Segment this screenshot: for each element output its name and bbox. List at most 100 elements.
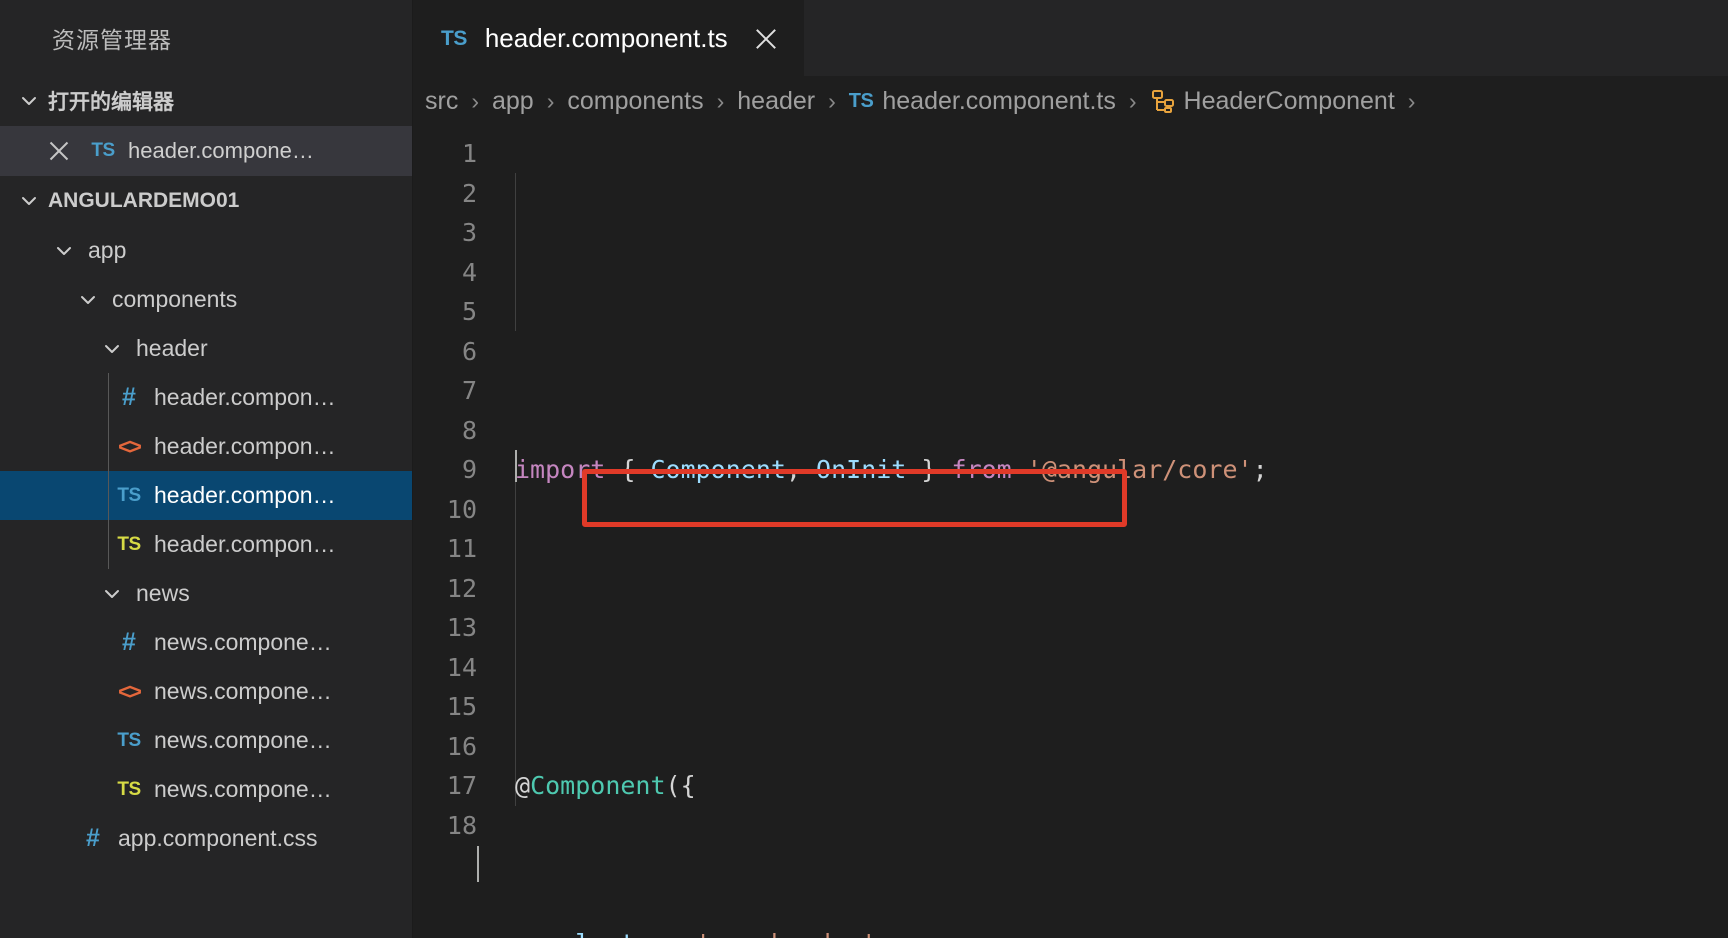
line-number: 11 bbox=[446, 534, 477, 563]
editor-group: TS header.component.ts src › app › compo… bbox=[413, 0, 1728, 938]
code-content[interactable]: import { Component, OnInit } from '@angu… bbox=[477, 126, 1728, 938]
chevron-down-icon bbox=[48, 240, 80, 262]
line-number: 8 bbox=[461, 415, 477, 445]
breadcrumb: src › app › components › header › TS hea… bbox=[413, 76, 1728, 126]
ts-spec-icon: TS bbox=[117, 533, 141, 555]
tree-file-news-spec-ts[interactable]: TS news.compone… bbox=[0, 765, 412, 814]
chevron-right-icon: › bbox=[716, 87, 725, 114]
code-editor[interactable]: 1 2 3 4 5 6 7 8 9 10 11 12 13 14 15 16 1… bbox=[413, 126, 1728, 938]
tree-item-label: news.compone… bbox=[154, 629, 332, 655]
tree-file-app-css[interactable]: # app.component.css bbox=[0, 814, 412, 863]
chevron-down-icon bbox=[14, 190, 44, 212]
line-number: 3 bbox=[461, 218, 477, 247]
tree-file-news-html[interactable]: <> news.compone… bbox=[0, 667, 412, 716]
line-number: 18 bbox=[446, 810, 477, 840]
tree-file-header-spec-ts[interactable]: TS header.compon… bbox=[0, 520, 412, 569]
line-number: 6 bbox=[461, 336, 477, 366]
tree-item-label: news bbox=[136, 580, 190, 606]
line-number: 2 bbox=[461, 178, 477, 208]
ts-spec-icon: TS bbox=[117, 778, 141, 800]
html-icon: <> bbox=[118, 433, 142, 459]
ts-icon: TS bbox=[848, 89, 874, 112]
css-icon: # bbox=[86, 824, 100, 852]
open-editors-label: 打开的编辑器 bbox=[48, 91, 174, 114]
chevron-right-icon: › bbox=[471, 87, 479, 114]
chevron-right-icon: › bbox=[1407, 87, 1416, 114]
breadcrumb-item-header[interactable]: header bbox=[737, 87, 815, 116]
ts-icon: TS bbox=[91, 140, 115, 161]
chevron-down-icon bbox=[96, 338, 128, 360]
chevron-right-icon: › bbox=[828, 87, 836, 114]
vscode-window: 资源管理器 打开的编辑器 TS header.compone… ANGULARD… bbox=[0, 0, 1728, 938]
file-tree: app components header # header.compon… <… bbox=[0, 226, 412, 938]
chevron-right-icon: › bbox=[546, 87, 555, 114]
css-icon: # bbox=[122, 628, 136, 656]
project-name-label: ANGULARDEMO01 bbox=[48, 189, 240, 212]
open-editor-item-label: header.compone… bbox=[128, 138, 314, 163]
code-line-4: selector: 'app-header', bbox=[515, 924, 1728, 938]
tree-folder-header[interactable]: header bbox=[0, 324, 412, 373]
line-number: 9 bbox=[461, 455, 477, 484]
breadcrumb-item-app[interactable]: app bbox=[492, 87, 534, 116]
line-number: 14 bbox=[446, 652, 477, 682]
tree-item-label: header bbox=[136, 335, 208, 361]
tree-item-label: header.compon… bbox=[154, 433, 336, 459]
ts-icon: TS bbox=[117, 729, 141, 751]
class-symbol-icon bbox=[1150, 88, 1176, 114]
tree-file-header-html[interactable]: <> header.compon… bbox=[0, 422, 412, 471]
chevron-down-icon bbox=[96, 583, 128, 605]
code-line-3: @Component({ bbox=[515, 771, 696, 800]
line-number: 4 bbox=[461, 257, 477, 287]
html-icon: <> bbox=[118, 678, 142, 704]
tree-item-label: components bbox=[112, 286, 238, 312]
tree-file-header-ts[interactable]: TS header.compon… bbox=[0, 471, 412, 520]
chevron-down-icon bbox=[14, 90, 44, 112]
line-number: 13 bbox=[446, 613, 477, 642]
tab-label: header.component.ts bbox=[484, 23, 728, 53]
code-line-1: import { Component, OnInit } from '@angu… bbox=[515, 455, 1268, 484]
line-number-gutter: 1 2 3 4 5 6 7 8 9 10 11 12 13 14 15 16 1… bbox=[413, 126, 477, 938]
project-section-header[interactable]: ANGULARDEMO01 bbox=[0, 176, 412, 226]
line-number: 12 bbox=[446, 573, 477, 603]
tree-file-news-ts[interactable]: TS news.compone… bbox=[0, 716, 412, 765]
line-number: 1 bbox=[461, 139, 477, 168]
explorer-title: 资源管理器 bbox=[52, 27, 172, 53]
tree-folder-news[interactable]: news bbox=[0, 569, 412, 618]
tree-item-label: app.component.css bbox=[118, 825, 318, 851]
line-number: 15 bbox=[446, 692, 477, 721]
css-icon: # bbox=[122, 383, 136, 411]
tab-bar-empty-space bbox=[803, 0, 1728, 76]
tree-folder-app[interactable]: app bbox=[0, 226, 412, 275]
line-number: 17 bbox=[446, 771, 477, 800]
tree-file-header-css[interactable]: # header.compon… bbox=[0, 373, 412, 422]
tree-file-news-css[interactable]: # news.compone… bbox=[0, 618, 412, 667]
line-number: 10 bbox=[446, 494, 477, 524]
tree-item-label: news.compone… bbox=[154, 776, 332, 802]
line-number: 16 bbox=[446, 731, 477, 761]
breadcrumb-item-src[interactable]: src bbox=[425, 87, 458, 116]
tree-folder-components[interactable]: components bbox=[0, 275, 412, 324]
open-editor-item-header-component[interactable]: TS header.compone… bbox=[0, 126, 412, 176]
line-number: 7 bbox=[461, 376, 477, 405]
cursor-line-marker-end bbox=[477, 846, 479, 882]
tree-item-label: app bbox=[88, 237, 127, 263]
tab-header-component-ts[interactable]: TS header.component.ts bbox=[413, 0, 804, 76]
tree-item-label: news.compone… bbox=[154, 678, 332, 704]
explorer-sidebar: 资源管理器 打开的编辑器 TS header.compone… ANGULARD… bbox=[0, 0, 413, 938]
ts-icon: TS bbox=[441, 26, 467, 50]
close-icon[interactable] bbox=[46, 138, 72, 164]
tree-item-label: header.compon… bbox=[154, 384, 336, 410]
breadcrumb-item-symbol[interactable]: HeaderComponent bbox=[1184, 87, 1395, 116]
tree-item-label: news.compone… bbox=[154, 727, 332, 753]
breadcrumb-item-components[interactable]: components bbox=[567, 87, 703, 116]
chevron-down-icon bbox=[72, 289, 104, 311]
tree-item-label: header.compon… bbox=[154, 482, 336, 508]
chevron-right-icon: › bbox=[1128, 87, 1137, 114]
ts-icon: TS bbox=[117, 484, 141, 506]
open-editors-section-header[interactable]: 打开的编辑器 bbox=[0, 76, 412, 126]
editor-tab-bar: TS header.component.ts bbox=[413, 0, 1728, 76]
breadcrumb-item-file[interactable]: header.component.ts bbox=[882, 87, 1116, 116]
line-number: 5 bbox=[461, 297, 477, 326]
close-icon[interactable] bbox=[752, 25, 780, 53]
